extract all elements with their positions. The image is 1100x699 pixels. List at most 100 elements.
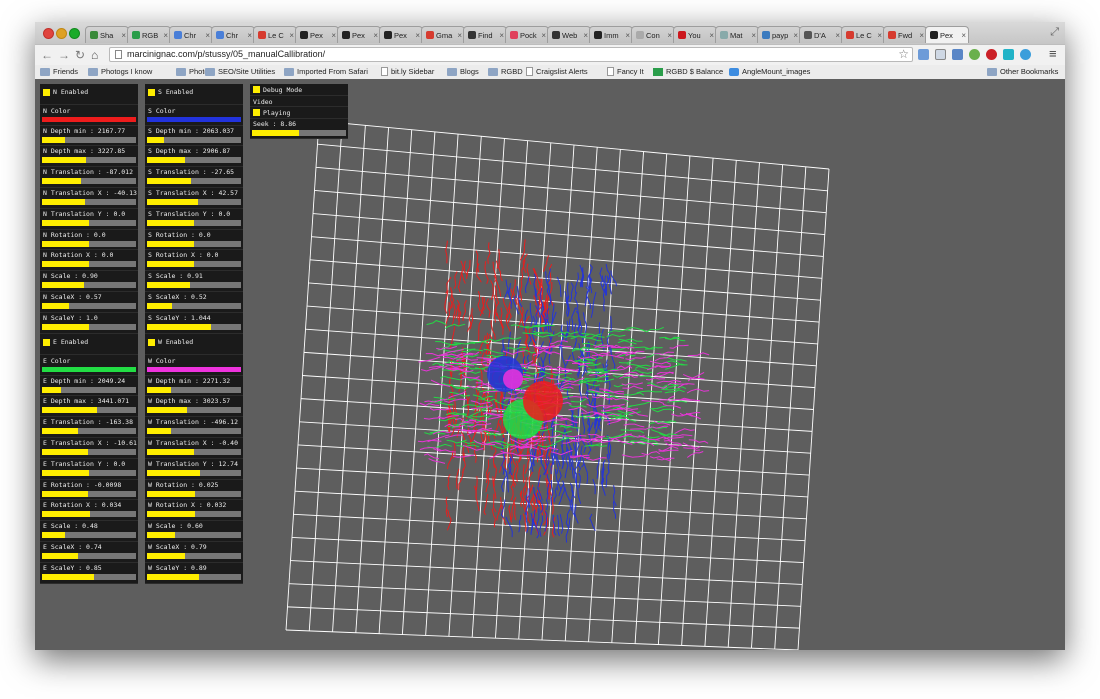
tab-close-icon[interactable]: × xyxy=(877,31,882,40)
bookmark-item[interactable]: RGBD $ Balance xyxy=(653,67,723,76)
tab-close-icon[interactable]: × xyxy=(121,31,126,40)
e-scaley-slider[interactable]: E ScaleY : 0.85 xyxy=(40,563,138,584)
s-depth-min-slider[interactable]: S Depth min : 2063.037 xyxy=(145,126,243,147)
slider-track[interactable] xyxy=(42,573,136,580)
n-translation-x-slider[interactable]: N Translation X : -40.13 xyxy=(40,188,138,209)
slider-track[interactable] xyxy=(147,448,241,455)
browser-tab[interactable]: Le C × xyxy=(253,26,297,43)
e-color-picker[interactable]: E Color xyxy=(40,355,138,376)
slider-track[interactable] xyxy=(42,282,136,289)
slider-track[interactable] xyxy=(42,386,136,393)
slider-track[interactable] xyxy=(42,178,136,185)
tab-close-icon[interactable]: × xyxy=(709,31,714,40)
bookmark-item[interactable]: RGBD xyxy=(488,67,523,76)
e-depth-min-slider[interactable]: E Depth min : 2049.24 xyxy=(40,376,138,397)
n-scalex-slider[interactable]: N ScaleX : 0.57 xyxy=(40,292,138,313)
slider-track[interactable] xyxy=(147,178,241,185)
evernote-icon[interactable] xyxy=(969,49,980,60)
zoom-window-button[interactable] xyxy=(69,28,80,39)
browser-tab[interactable]: Pex × xyxy=(337,26,381,43)
slider-track[interactable] xyxy=(42,407,136,414)
browser-tab[interactable]: D'A × xyxy=(799,26,843,43)
s-translation-slider[interactable]: S Translation : -27.65 xyxy=(145,167,243,188)
browser-tab[interactable]: Mat × xyxy=(715,26,759,43)
bookmark-item[interactable]: Photogs I know xyxy=(88,67,152,76)
video-folder[interactable]: Video xyxy=(250,96,348,107)
e-scale-slider[interactable]: E Scale : 0.48 xyxy=(40,521,138,542)
slider-track[interactable] xyxy=(42,490,136,497)
s-depth-max-slider[interactable]: S Depth max : 2906.87 xyxy=(145,146,243,168)
s-color-picker[interactable]: S Color xyxy=(145,105,243,126)
e-enabled-checkbox[interactable]: E Enabled xyxy=(40,334,138,355)
slider-track[interactable] xyxy=(42,448,136,455)
slider-track[interactable] xyxy=(147,573,241,580)
tab-close-icon[interactable]: × xyxy=(499,31,504,40)
pinterest-icon[interactable] xyxy=(986,49,997,60)
bookmark-item[interactable]: Friends xyxy=(40,67,78,76)
slider-track[interactable] xyxy=(42,532,136,539)
tab-close-icon[interactable]: × xyxy=(415,31,420,40)
browser-tab[interactable]: Pex × xyxy=(925,26,969,43)
slider-track[interactable] xyxy=(147,323,241,330)
browser-tab[interactable]: Con × xyxy=(631,26,675,43)
bookmark-item[interactable]: Fancy It xyxy=(607,67,644,76)
bookmark-item[interactable]: SEO/Site Utilities xyxy=(205,67,275,76)
browser-tab[interactable]: Gma × xyxy=(421,26,465,43)
slider-track[interactable] xyxy=(147,219,241,226)
buffer-icon[interactable] xyxy=(1003,49,1014,60)
slider-track[interactable] xyxy=(42,323,136,330)
browser-tab[interactable]: Pex × xyxy=(379,26,423,43)
bookmark-item[interactable]: Imported From Safari xyxy=(284,67,368,76)
slider-track[interactable] xyxy=(42,261,136,268)
slider-track[interactable] xyxy=(42,469,136,476)
slider-track[interactable] xyxy=(147,261,241,268)
tab-close-icon[interactable]: × xyxy=(667,31,672,40)
n-color-picker[interactable]: N Color xyxy=(40,105,138,126)
slider-track[interactable] xyxy=(147,240,241,247)
minimize-window-button[interactable] xyxy=(56,28,67,39)
checkbox-icon[interactable] xyxy=(148,89,155,96)
tab-close-icon[interactable]: × xyxy=(919,31,924,40)
bookmark-item[interactable]: Craigslist Alerts xyxy=(526,67,588,76)
n-translation-slider[interactable]: N Translation : -87.012 xyxy=(40,167,138,188)
color-swatch[interactable] xyxy=(147,366,241,372)
browser-tab[interactable]: RGB × xyxy=(127,26,171,43)
reload-icon[interactable]: ↻ xyxy=(75,48,85,62)
n-scaley-slider[interactable]: N ScaleY : 1.0 xyxy=(40,313,138,334)
n-depth-max-slider[interactable]: N Depth max : 3227.85 xyxy=(40,146,138,168)
s-scalex-slider[interactable]: S ScaleX : 0.52 xyxy=(145,292,243,313)
browser-tab[interactable]: Pex × xyxy=(295,26,339,43)
slider-track[interactable] xyxy=(42,240,136,247)
tab-close-icon[interactable]: × xyxy=(163,31,168,40)
home-icon[interactable]: ⌂ xyxy=(91,48,98,62)
bookmark-item[interactable]: Other Bookmarks xyxy=(987,67,1058,76)
tab-close-icon[interactable]: × xyxy=(625,31,630,40)
e-translation-slider[interactable]: E Translation : -163.38 xyxy=(40,417,138,438)
w-scale-slider[interactable]: W Scale : 0.60 xyxy=(145,521,243,542)
s-translation-x-slider[interactable]: S Translation X : 42.57 xyxy=(145,188,243,209)
tab-close-icon[interactable]: × xyxy=(583,31,588,40)
pocket-icon[interactable] xyxy=(935,49,946,60)
e-rotation-x-slider[interactable]: E Rotation X : 0.034 xyxy=(40,500,138,522)
address-bar[interactable]: marcinignac.com/p/stussy/05_manualCallib… xyxy=(109,47,913,62)
slider-track[interactable] xyxy=(42,302,136,309)
slider-track[interactable] xyxy=(147,511,241,518)
n-translation-y-slider[interactable]: N Translation Y : 0.0 xyxy=(40,209,138,230)
e-translation-y-slider[interactable]: E Translation Y : 0.0 xyxy=(40,459,138,480)
e-rotation-slider[interactable]: E Rotation : -0.0098 xyxy=(40,480,138,501)
tab-close-icon[interactable]: × xyxy=(373,31,378,40)
tab-close-icon[interactable]: × xyxy=(205,31,210,40)
s-rotation-slider[interactable]: S Rotation : 0.0 xyxy=(145,230,243,251)
color-swatch[interactable] xyxy=(42,116,136,122)
seek-slider[interactable]: Seek : 8.86 xyxy=(250,119,348,140)
e-translation-x-slider[interactable]: E Translation X : -10.61 xyxy=(40,438,138,459)
bookmark-item[interactable]: Photo xyxy=(176,67,209,76)
n-depth-min-slider[interactable]: N Depth min : 2167.77 xyxy=(40,126,138,147)
slider-track[interactable] xyxy=(147,198,241,205)
slider-track[interactable] xyxy=(147,407,241,414)
slider-track[interactable] xyxy=(42,198,136,205)
checkbox-icon[interactable] xyxy=(253,86,260,93)
slider-track[interactable] xyxy=(42,511,136,518)
color-swatch[interactable] xyxy=(42,366,136,372)
feed-icon[interactable] xyxy=(952,49,963,60)
